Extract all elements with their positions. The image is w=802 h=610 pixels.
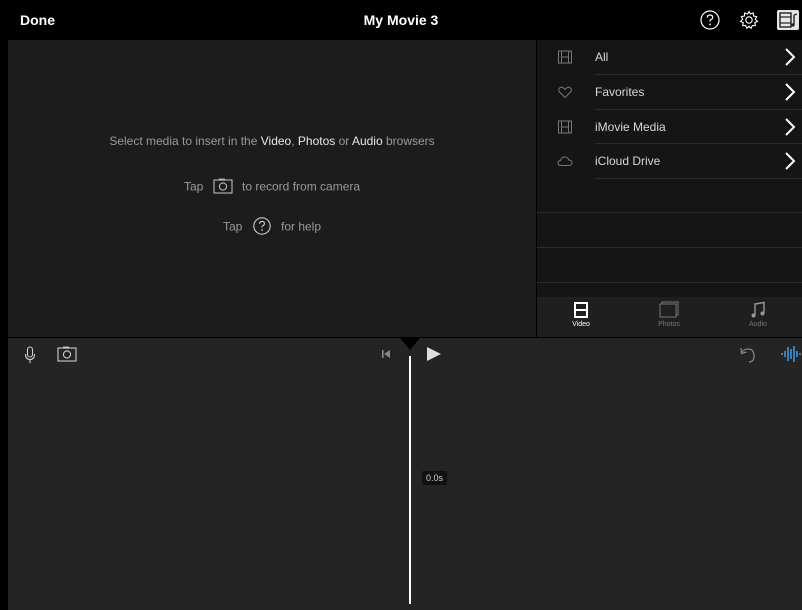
chevron-right-icon	[784, 151, 796, 171]
music-note-icon	[751, 301, 765, 318]
top-bar: Done My Movie 3	[0, 0, 802, 40]
tab-photos[interactable]: Photos	[625, 297, 713, 337]
browser-item-icloud-drive[interactable]: iCloud Drive	[537, 144, 802, 178]
instruction-suffix: browsers	[382, 134, 435, 148]
instruction-sep2: or	[335, 134, 352, 148]
browser-item-label: iMovie Media	[595, 120, 666, 134]
duration-label: 0.0s	[422, 471, 448, 485]
instruction-prefix: Select media to insert in the	[109, 134, 261, 148]
chevron-right-icon	[784, 82, 796, 102]
camera-icon	[213, 178, 233, 197]
help-icon[interactable]	[699, 9, 721, 31]
playhead[interactable]	[409, 356, 411, 604]
divider	[537, 247, 802, 248]
chevron-right-icon	[784, 47, 796, 67]
tab-audio-label: Audio	[749, 321, 767, 328]
browser-item-label: All	[595, 50, 609, 64]
settings-icon[interactable]	[738, 9, 760, 31]
microphone-icon[interactable]	[24, 346, 36, 364]
film-icon	[557, 49, 573, 65]
tab-video-label: Video	[572, 321, 590, 328]
help-instruction-text: for help	[281, 219, 322, 234]
heart-icon	[557, 84, 573, 100]
instruction-audio: Audio	[351, 134, 383, 148]
divider	[537, 282, 802, 283]
help-icon	[252, 216, 272, 239]
camera-instruction-text: to record from camera	[242, 179, 361, 194]
help-instruction: Tap for help	[8, 216, 536, 239]
camera-instruction: Tap to record from camera	[8, 178, 536, 197]
divider	[595, 178, 802, 179]
project-title: My Movie 3	[363, 12, 439, 28]
browser-tab-bar: Video Photos Audio	[537, 297, 802, 337]
help-instruction-tap: Tap	[222, 219, 243, 234]
instruction-sep1: ,	[291, 134, 298, 148]
browser-item-imovie-media[interactable]: iMovie Media	[537, 110, 802, 144]
cloud-icon	[557, 153, 573, 169]
film-icon	[557, 119, 573, 135]
browser-item-all[interactable]: All	[537, 40, 802, 74]
insert-instructions: Select media to insert in the Video, Pho…	[8, 134, 536, 148]
tab-video[interactable]: Video	[537, 297, 625, 337]
browser-item-label: Favorites	[595, 85, 645, 99]
instruction-photos: Photos	[297, 134, 336, 148]
browser-item-label: iCloud Drive	[595, 154, 661, 168]
audio-waveform-icon[interactable]	[780, 345, 802, 363]
skip-to-start-icon[interactable]	[381, 349, 391, 359]
camera-instruction-tap: Tap	[183, 179, 204, 194]
undo-icon[interactable]	[738, 346, 758, 364]
done-button[interactable]: Done	[20, 12, 55, 28]
chevron-right-icon	[784, 117, 796, 137]
media-browser-icon[interactable]	[776, 9, 800, 31]
media-browser: All Favorites iMovie Media iCloud Drive …	[537, 40, 802, 337]
instruction-video: Video	[260, 134, 292, 148]
timeline-panel[interactable]: 0.0s	[8, 338, 802, 610]
photos-tab-icon	[659, 301, 679, 318]
video-tab-icon	[574, 302, 588, 318]
tab-audio[interactable]: Audio	[714, 297, 802, 337]
viewer-panel: Select media to insert in the Video, Pho…	[8, 40, 536, 337]
browser-item-favorites[interactable]: Favorites	[537, 75, 802, 109]
camera-icon[interactable]	[57, 346, 77, 362]
tab-photos-label: Photos	[658, 321, 680, 328]
play-icon[interactable]	[426, 346, 442, 362]
playhead-marker	[400, 338, 420, 350]
divider	[537, 212, 802, 213]
